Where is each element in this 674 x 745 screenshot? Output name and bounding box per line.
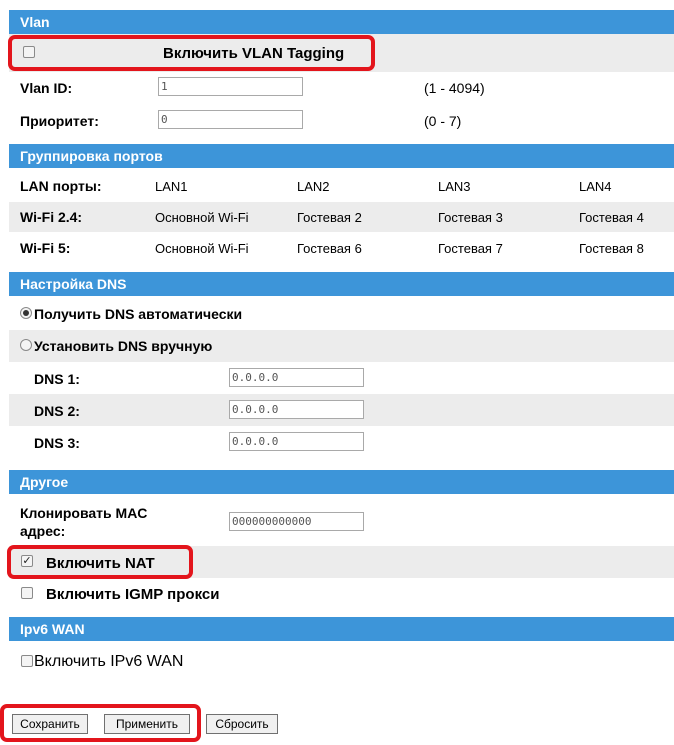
port-cell: Гостевая 4 — [579, 210, 644, 225]
port-cell: Гостевая 2 — [297, 210, 362, 225]
dns-manual-row: Установить DNS вручную — [9, 330, 674, 362]
wifi24-label: Wi-Fi 2.4: — [20, 209, 83, 225]
dns-auto-row: Получить DNS автоматически — [9, 298, 674, 330]
port-grouping-header: Группировка портов — [9, 144, 674, 168]
dns1-input[interactable]: 0.0.0.0 — [229, 368, 364, 387]
clone-mac-label-line1: Клонировать MAC — [20, 505, 148, 521]
nat-checkbox[interactable]: ✓ — [21, 555, 33, 567]
nat-label: Включить NAT — [46, 555, 155, 572]
dns2-row: DNS 2: 0.0.0.0 — [9, 394, 674, 426]
dns1-label: DNS 1: — [34, 371, 80, 387]
vlan-id-row: Vlan ID: 1 (1 - 4094) — [9, 72, 674, 104]
ipv6-checkbox[interactable] — [21, 655, 33, 667]
ipv6-row: Включить IPv6 WAN — [9, 643, 674, 681]
dns2-input[interactable]: 0.0.0.0 — [229, 400, 364, 419]
wifi5-label: Wi-Fi 5: — [20, 240, 71, 256]
vlan-tagging-checkbox[interactable] — [23, 46, 35, 58]
dns3-input[interactable]: 0.0.0.0 — [229, 432, 364, 451]
vlan-section-header: Vlan — [9, 10, 674, 34]
igmp-label: Включить IGMP прокси — [46, 586, 220, 603]
port-cell: LAN1 — [155, 179, 188, 194]
save-button[interactable]: Сохранить — [12, 714, 88, 734]
dns3-row: DNS 3: 0.0.0.0 — [9, 426, 674, 458]
dns-auto-label: Получить DNS автоматически — [34, 306, 243, 322]
nat-row: ✓ Включить NAT — [9, 546, 674, 578]
port-cell: LAN2 — [297, 179, 330, 194]
priority-input[interactable]: 0 — [158, 110, 303, 129]
clone-mac-label-line2: адрес: — [20, 523, 66, 539]
table-row: Wi-Fi 5: Основной Wi-Fi Гостевая 6 Госте… — [9, 232, 674, 264]
port-cell: Гостевая 3 — [438, 210, 503, 225]
clone-mac-row: Клонировать MAC адрес: 000000000000 — [9, 496, 674, 544]
port-cell: LAN4 — [579, 179, 612, 194]
dns-manual-label: Установить DNS вручную — [34, 338, 213, 354]
table-row: Wi-Fi 2.4: Основной Wi-Fi Гостевая 2 Гос… — [9, 202, 674, 232]
table-row: LAN порты: LAN1 LAN2 LAN3 LAN4 — [9, 170, 674, 202]
lan-ports-label: LAN порты: — [20, 178, 102, 194]
port-cell: Основной Wi-Fi — [155, 241, 249, 256]
port-cell: LAN3 — [438, 179, 471, 194]
reset-button[interactable]: Сбросить — [206, 714, 278, 734]
vlan-tagging-row: Включить VLAN Tagging — [9, 34, 674, 72]
dns1-row: DNS 1: 0.0.0.0 — [9, 362, 674, 394]
port-cell: Гостевая 6 — [297, 241, 362, 256]
other-section-header: Другое — [9, 470, 674, 494]
vlan-id-input[interactable]: 1 — [158, 77, 303, 96]
port-cell: Основной Wi-Fi — [155, 210, 249, 225]
vlan-id-label: Vlan ID: — [20, 80, 73, 96]
priority-row: Приоритет: 0 (0 - 7) — [9, 104, 674, 136]
priority-range: (0 - 7) — [424, 113, 462, 129]
dns2-label: DNS 2: — [34, 403, 80, 419]
dns-auto-radio[interactable] — [20, 307, 32, 319]
igmp-row: Включить IGMP прокси — [9, 578, 674, 610]
dns3-label: DNS 3: — [34, 435, 80, 451]
dns-section-header: Настройка DNS — [9, 272, 674, 296]
port-cell: Гостевая 7 — [438, 241, 503, 256]
dns-manual-radio[interactable] — [20, 339, 32, 351]
apply-button[interactable]: Применить — [104, 714, 190, 734]
ipv6-label: Включить IPv6 WAN — [34, 653, 184, 670]
port-cell: Гостевая 8 — [579, 241, 644, 256]
priority-label: Приоритет: — [20, 113, 99, 129]
vlan-tagging-label: Включить VLAN Tagging — [163, 45, 345, 62]
clone-mac-input[interactable]: 000000000000 — [229, 512, 364, 531]
ipv6-section-header: Ipv6 WAN — [9, 617, 674, 641]
igmp-checkbox[interactable] — [21, 587, 33, 599]
vlan-id-range: (1 - 4094) — [424, 80, 485, 96]
